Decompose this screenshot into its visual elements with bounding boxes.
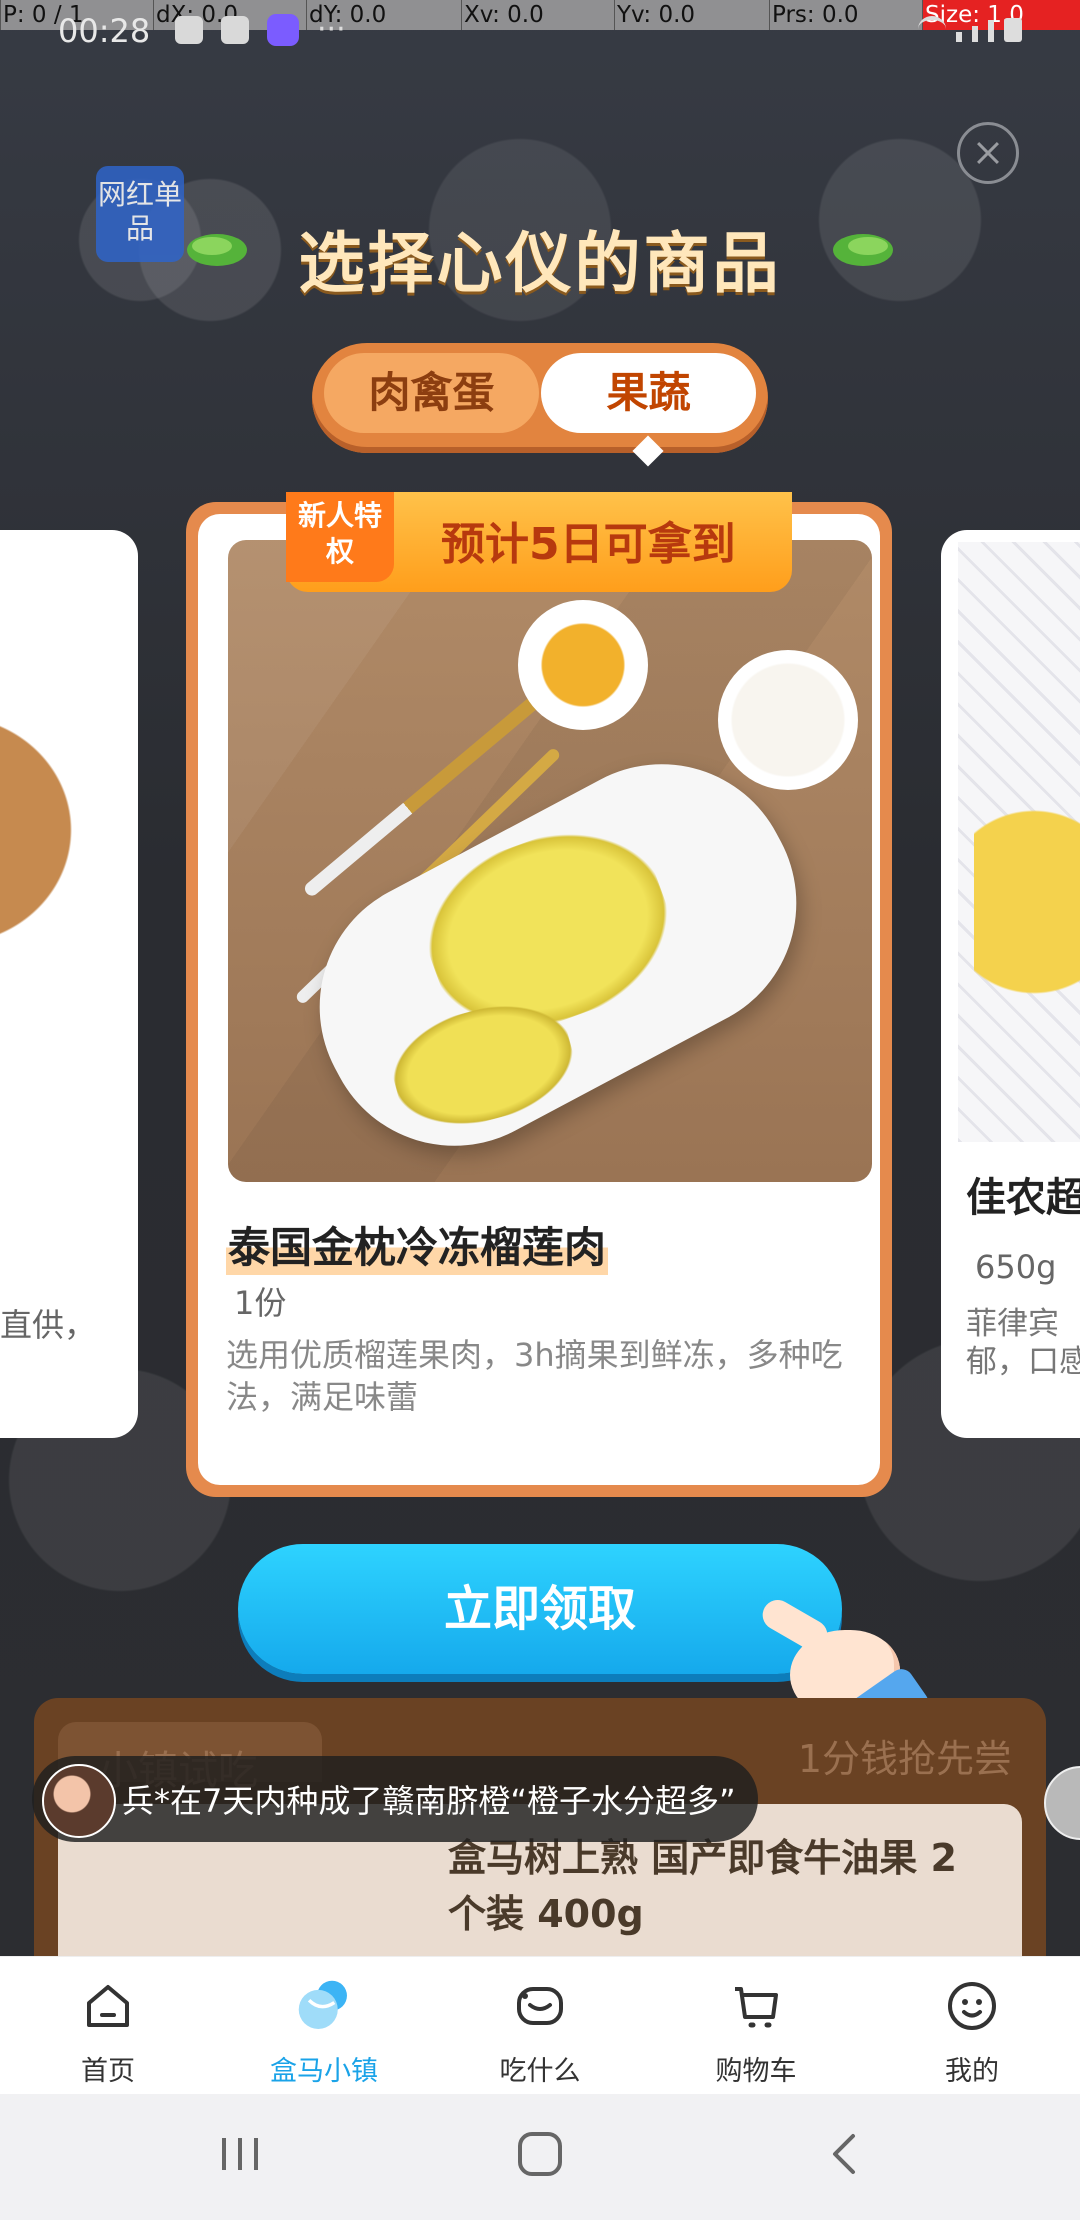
debug-yv: Yv: 0.0	[614, 0, 772, 30]
category-tabs: 肉禽蛋 果蔬	[312, 343, 768, 453]
cart-icon	[735, 1987, 778, 2028]
delivery-estimate: 预计5日可拿到	[441, 519, 736, 570]
banana-shape	[974, 792, 1080, 1002]
tab-what-to-eat-label: 吃什么	[499, 2056, 581, 2087]
app-icon	[267, 14, 299, 46]
profile-icon	[948, 1982, 996, 2030]
system-navigation-bar	[0, 2094, 1080, 2220]
product-weight: 650g	[975, 1248, 1057, 1286]
panel-product-title: 盒马树上熟 国产即食牛油果 2个装 400g	[448, 1836, 957, 1936]
product-title: 泰国金枕冷冻榴莲肉	[226, 1214, 609, 1275]
debug-prs: Prs: 0.0	[769, 0, 925, 30]
delivery-ribbon: 新人特权 预计5日可拿到	[286, 492, 792, 592]
product-card-next[interactable]: 佳农超 650g 菲律宾 郁，口感	[941, 530, 1080, 1438]
product-description-fragment: 直供，	[0, 1306, 97, 1344]
signal-icon	[988, 20, 994, 42]
bottom-tab-bar: 首页 盒马小镇 吃什么 购物车 我的	[0, 1956, 1080, 2095]
town-icon	[298, 1980, 347, 2029]
tab-home-label: 首页	[81, 2056, 135, 2087]
activity-toast: 兵*在7天内种成了赣南脐橙“橙子水分超多”	[32, 1756, 758, 1842]
tab-fruits-vegetables[interactable]: 果蔬	[541, 353, 756, 433]
leaf-icon	[833, 234, 893, 266]
product-card-selected[interactable]: 泰国金枕冷冻榴莲肉 1份 选用优质榴莲果肉，3h摘果到鲜冻，多种吃法，满足味蕾 …	[186, 492, 892, 1497]
hot-item-badge: 网红单品	[96, 166, 184, 262]
product-card-body: 泰国金枕冷冻榴莲肉 1份 选用优质榴莲果肉，3h摘果到鲜冻，多种吃法，满足味蕾	[198, 514, 880, 1485]
product-description: 选用优质榴莲果肉，3h摘果到鲜冻，多种吃法，满足味蕾	[226, 1336, 843, 1416]
durian-product-image	[228, 540, 872, 1182]
claim-now-button[interactable]: 立即领取	[238, 1544, 842, 1674]
status-notification-icons: ···	[175, 14, 346, 46]
home-button-icon[interactable]	[510, 2124, 570, 2184]
status-system-icons	[918, 16, 1022, 42]
tab-town[interactable]: 盒马小镇	[216, 1957, 432, 2095]
toast-message: 兵*在7天内种成了赣南脐橙“橙子水分超多”	[122, 1782, 736, 1820]
sauce-bowl	[518, 600, 648, 730]
screen: P: 0 / 1 dX: 0.0 dY: 0.0 Xv: 0.0 Yv: 0.0…	[0, 0, 1080, 2220]
tab-meat-poultry-eggs[interactable]: 肉禽蛋	[324, 353, 539, 433]
tab-what-to-eat[interactable]: 吃什么	[432, 1957, 648, 2095]
wifi-icon	[918, 16, 946, 42]
tab-cart[interactable]: 购物车	[648, 1957, 864, 2095]
tab-home[interactable]: 首页	[0, 1957, 216, 2095]
debug-xv: Xv: 0.0	[461, 0, 617, 30]
bag-icon	[221, 16, 249, 44]
milk-bowl	[718, 650, 858, 790]
back-icon[interactable]	[815, 2124, 875, 2184]
battery-icon	[1004, 18, 1022, 42]
eggs-image	[0, 690, 120, 990]
newcomer-badge: 新人特权	[286, 492, 394, 582]
recent-apps-icon[interactable]	[210, 2124, 270, 2184]
close-button[interactable]	[957, 122, 1019, 184]
avatar	[42, 1764, 116, 1838]
tab-profile-label: 我的	[945, 2056, 999, 2087]
product-title-fragment: 佳农超	[966, 1175, 1080, 1221]
signal-icon	[956, 32, 962, 42]
product-quantity: 1份	[234, 1284, 287, 1322]
panel-promo-label: 1分钱抢先尝	[797, 1737, 1012, 1781]
product-card-previous[interactable]: 直供，	[0, 530, 138, 1438]
status-time: 00:28	[58, 12, 151, 50]
product-description-fragment: 菲律宾 郁，口感	[966, 1306, 1080, 1380]
food-icon	[517, 1987, 563, 2025]
bag-icon	[175, 16, 203, 44]
banana-image	[958, 542, 1080, 1142]
tab-town-label: 盒马小镇	[270, 2056, 378, 2087]
home-icon	[87, 1985, 129, 2027]
tab-profile[interactable]: 我的	[864, 1957, 1080, 2095]
signal-icon	[972, 26, 978, 42]
more-dots-icon: ···	[317, 12, 346, 47]
tab-cart-label: 购物车	[715, 2056, 797, 2087]
